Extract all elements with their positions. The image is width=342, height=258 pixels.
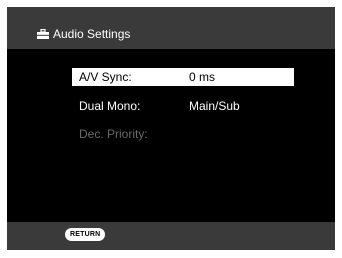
- footer-bar: RETURN: [7, 222, 335, 250]
- dual-mono-label: Dual Mono:: [79, 99, 141, 113]
- menu-item-dual-mono[interactable]: Dual Mono: Main/Sub: [72, 97, 294, 115]
- return-button[interactable]: RETURN: [65, 228, 106, 241]
- menu-item-av-sync[interactable]: A/V Sync: 0 ms: [72, 68, 294, 86]
- dec-priority-label: Dec. Priority:: [79, 127, 148, 141]
- header-bar: Audio Settings: [7, 7, 335, 49]
- dual-mono-value: Main/Sub: [189, 99, 240, 113]
- menu-item-dec-priority: Dec. Priority:: [72, 125, 294, 143]
- page-title-text: Audio Settings: [53, 27, 131, 41]
- page-title: Audio Settings: [37, 26, 130, 42]
- toolbox-icon: [37, 29, 49, 39]
- settings-screen: Audio Settings A/V Sync: 0 ms Dual Mono:…: [7, 7, 335, 250]
- av-sync-value: 0 ms: [189, 70, 216, 84]
- av-sync-label: A/V Sync:: [79, 70, 132, 84]
